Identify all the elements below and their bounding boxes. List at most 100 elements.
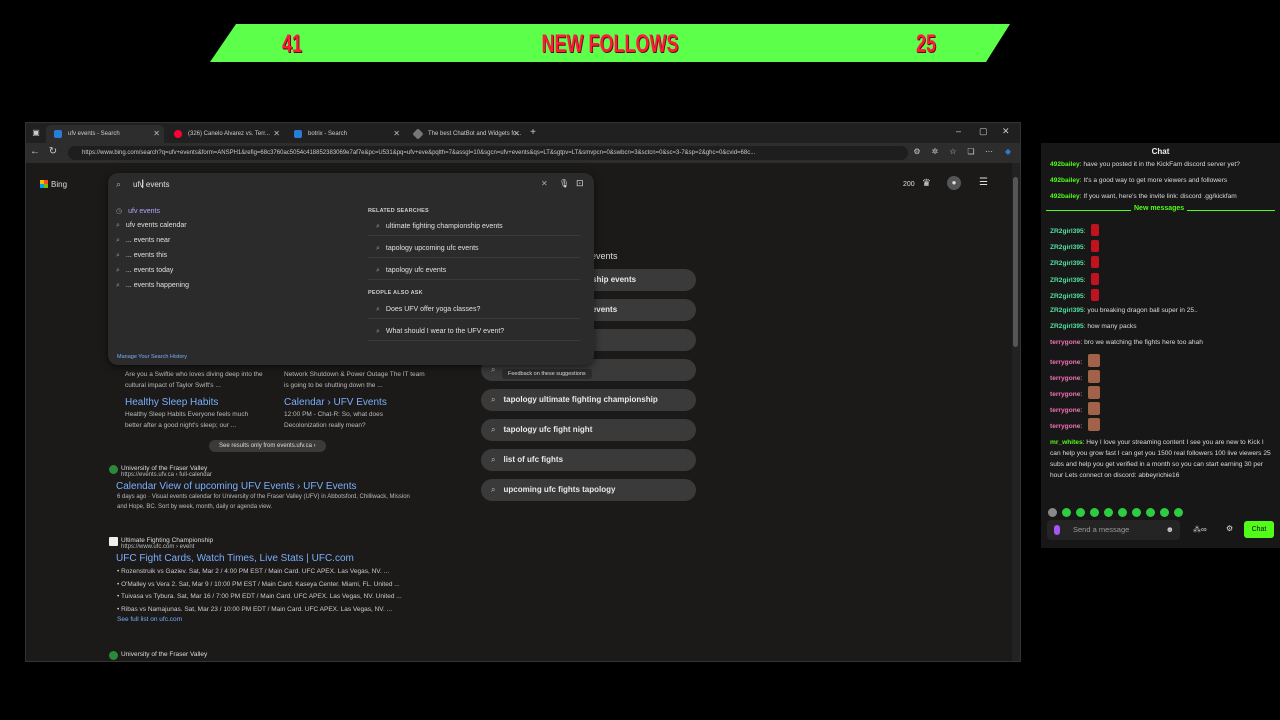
people-question[interactable]: ⌕ Does UFV offer yoga classes? — [368, 301, 580, 319]
manage-search-history-link[interactable]: Manage Your Search History — [117, 354, 187, 360]
chat-username[interactable]: 492bailey — [1050, 193, 1080, 200]
minimize-icon[interactable]: – — [956, 126, 961, 136]
suggestion-item[interactable]: ⌕ ... events near — [116, 237, 170, 245]
search-icon: ⌕ — [116, 237, 120, 244]
emote-icon[interactable] — [1076, 508, 1085, 517]
chat-username[interactable]: terrygone — [1050, 423, 1080, 430]
close-tab-icon[interactable]: ✕ — [153, 125, 160, 143]
emoji-picker-icon[interactable]: ☻ — [1166, 525, 1174, 534]
chat-username[interactable]: 492bailey — [1050, 177, 1080, 184]
chat-send-button[interactable]: Chat — [1244, 521, 1274, 538]
close-tab-icon[interactable]: ✕ — [393, 125, 400, 143]
see-full-list-link[interactable]: See full list on ufc.com — [117, 616, 447, 623]
bing-icon — [294, 130, 302, 138]
close-window-icon[interactable]: ✕ — [1002, 126, 1010, 137]
visual-search-icon[interactable]: ⊡ — [576, 178, 584, 189]
chat-message-input[interactable]: Send a message ☻ — [1047, 520, 1180, 540]
hamburger-menu-icon[interactable]: ☰ — [979, 177, 988, 188]
suggestion-item[interactable]: ⌕ ... events happening — [116, 282, 189, 290]
related-pill[interactable]: ⌕ upcoming ufc fights tapology — [481, 479, 696, 501]
collections-icon[interactable]: ❏ — [964, 145, 978, 159]
related-suggestion[interactable]: ⌕ tapology upcoming ufc events — [368, 240, 580, 258]
related-pill[interactable]: ⌕ tapology ultimate fighting championship — [481, 389, 696, 411]
chat-username[interactable]: ZR2girl395 — [1050, 323, 1084, 330]
chat-username[interactable]: terrygone — [1050, 407, 1080, 414]
copilot-icon[interactable]: ◆ — [1001, 145, 1015, 159]
search-icon: ⌕ — [376, 267, 380, 274]
feedback-link[interactable]: Feedback on these suggestions — [502, 369, 592, 379]
chat-emote-icon — [1091, 240, 1100, 253]
suggestion-item[interactable]: ⌕ ... events today — [116, 267, 173, 275]
suggestion-item[interactable]: ⌕ ... events this — [116, 252, 167, 260]
favorites-icon[interactable]: ☆ — [946, 145, 960, 159]
see-more-button[interactable]: See results only from events.ufv.ca › — [209, 440, 326, 452]
chat-username[interactable]: ZR2girl395 — [1050, 277, 1084, 284]
chat-username[interactable]: terrygone — [1050, 375, 1080, 382]
related-suggestion[interactable]: ⌕ ultimate fighting championship events — [368, 218, 580, 236]
new-tab-icon[interactable]: + — [526, 126, 540, 140]
chat-username[interactable]: terrygone — [1050, 339, 1080, 346]
back-icon[interactable]: ← — [28, 145, 42, 159]
related-pill[interactable]: ⌕ tapology ufc fight night — [481, 419, 696, 441]
search-icon: ⌕ — [491, 365, 496, 374]
emote-icon[interactable] — [1090, 508, 1099, 517]
result-cite[interactable]: https://events.ufv.ca › full-calendar — [117, 472, 447, 478]
chat-settings-icon[interactable]: ⚙ — [1226, 524, 1233, 533]
result-title-link[interactable]: UFC Fight Cards, Watch Times, Live Stats… — [116, 553, 447, 564]
extensions-icon[interactable]: ✲ — [928, 145, 942, 159]
maximize-icon[interactable]: ▢ — [979, 126, 988, 137]
chat-username[interactable]: mr_whites — [1050, 439, 1083, 446]
suggestion-item[interactable]: ◷ ufv events — [116, 207, 160, 215]
chat-message: terrygone: — [1050, 386, 1275, 400]
url-field[interactable]: https://www.bing.com/search?q=ufv+events… — [68, 146, 908, 160]
page-scrollbar[interactable] — [1012, 163, 1020, 661]
chat-username[interactable]: terrygone — [1050, 359, 1080, 366]
tab-ufv-events[interactable]: ufv events - Search ✕ — [46, 125, 164, 143]
card-title-link[interactable]: Healthy Sleep Habits — [125, 397, 218, 408]
suggestion-item[interactable]: ⌕ ufv events calendar — [116, 222, 187, 230]
emote-icon[interactable] — [1118, 508, 1127, 517]
emote-icon[interactable] — [1104, 508, 1113, 517]
browser-menu-icon[interactable]: ⋯ — [982, 145, 996, 159]
microphone-icon[interactable]: 🎙︎ — [559, 179, 569, 188]
search-input[interactable]: ufv events — [133, 180, 169, 189]
close-tab-icon[interactable]: ✕ — [513, 125, 520, 143]
emote-icon[interactable] — [1062, 508, 1071, 517]
rewards-points[interactable]: 200 — [903, 181, 915, 188]
close-tab-icon[interactable]: ✕ — [273, 125, 280, 143]
pill-label: tapology ufc fight night — [503, 425, 593, 434]
chat-commands-icon[interactable]: ⁂∞ — [1193, 525, 1207, 534]
result-title-link[interactable]: Calendar View of upcoming UFV Events › U… — [116, 481, 447, 492]
emote-icon[interactable] — [1048, 508, 1057, 517]
chat-username[interactable]: 492bailey — [1050, 161, 1080, 168]
refresh-icon[interactable]: ↻ — [46, 145, 60, 159]
tab-botrix-search[interactable]: botrix - Search ✕ — [286, 125, 404, 143]
emote-icon[interactable] — [1146, 508, 1155, 517]
tab-botrix-site[interactable]: The best ChatBot and Widgets fo... ✕ — [406, 125, 524, 143]
related-pill[interactable]: ⌕ list of ufc fights — [481, 449, 696, 471]
avatar[interactable]: ● — [947, 176, 961, 190]
bing-logo[interactable]: Bing — [40, 180, 67, 189]
read-aloud-icon[interactable]: ⚙ — [910, 145, 924, 159]
chat-username[interactable]: terrygone — [1050, 391, 1080, 398]
emote-icon[interactable] — [1160, 508, 1169, 517]
related-suggestion[interactable]: ⌕ tapology ufc events — [368, 262, 580, 280]
microphone-icon[interactable] — [1054, 525, 1060, 535]
card-title-link[interactable]: Calendar › UFV Events — [284, 397, 387, 408]
emote-icon[interactable] — [1174, 508, 1183, 517]
emote-icon[interactable] — [1132, 508, 1141, 517]
chat-username[interactable]: ZR2girl395 — [1050, 244, 1084, 251]
result-cite[interactable]: https://www.ufc.com › event — [117, 544, 447, 550]
clear-search-icon[interactable]: ✕ — [541, 179, 548, 188]
rewards-trophy-icon[interactable]: ♛ — [922, 178, 931, 189]
chat-message: terrygone: — [1050, 402, 1275, 416]
people-question[interactable]: ⌕ What should I wear to the UFV event? — [368, 323, 580, 341]
chat-message: terrygone: bro we watching the fights he… — [1050, 339, 1203, 347]
chat-username[interactable]: ZR2girl395 — [1050, 228, 1084, 235]
tab-youtube[interactable]: (326) Canelo Alvarez vs. Terr... ✕ — [166, 125, 284, 143]
chat-username[interactable]: ZR2girl395 — [1050, 260, 1084, 267]
sidebar-toggle-icon[interactable]: ▣ — [29, 126, 43, 140]
chat-username[interactable]: ZR2girl395 — [1050, 293, 1084, 300]
scrollbar-thumb[interactable] — [1013, 177, 1018, 347]
chat-username[interactable]: ZR2girl395 — [1050, 307, 1084, 314]
